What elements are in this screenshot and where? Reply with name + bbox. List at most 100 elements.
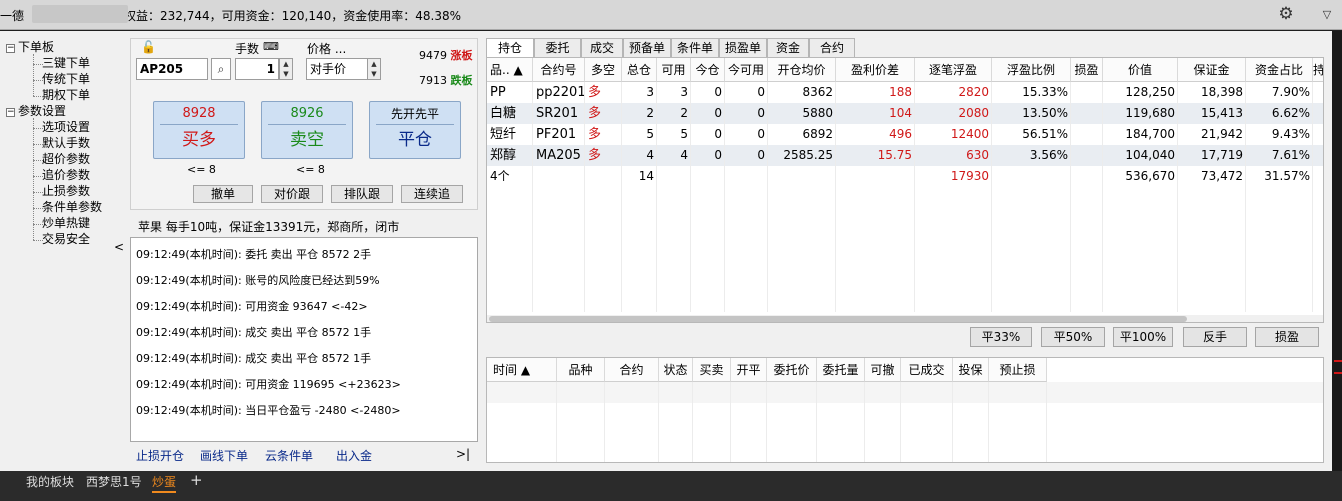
sell-short-button[interactable]: 8926 卖空 [261,101,353,159]
tab-item[interactable]: 成交 [581,38,623,57]
tree-item-label: 超价参数 [42,152,91,166]
table-cell: 多 [588,85,602,100]
scrollbar-thumb[interactable] [489,316,1187,322]
stop-profit-button[interactable]: 损盈 [1255,327,1319,347]
column-header[interactable]: 合约 [605,358,659,382]
right-strip [1332,31,1342,471]
column-header[interactable]: 开仓均价 [768,58,836,82]
cancel-order-button[interactable]: 撤单 [193,185,253,203]
column-header[interactable]: 持 [1313,58,1323,82]
add-tab-button[interactable]: + [190,471,203,489]
collapse-left-icon[interactable]: < [114,240,124,254]
tab-item[interactable]: 合约 [809,38,855,57]
grid-line [532,82,533,312]
column-header[interactable]: 保证金 [1178,58,1246,82]
tab-item[interactable]: 资金 [767,38,809,57]
column-header[interactable]: 可撤 [865,358,901,382]
horizontal-scrollbar[interactable] [487,315,1323,322]
column-header[interactable]: 合约号 [533,58,585,82]
limit-down: 7913 跌板 [419,74,473,87]
column-header[interactable]: 品种 [557,358,605,382]
tab-ximengsi[interactable]: 西梦思1号 [86,473,142,490]
log-line: 09:12:49(本机时间): 成交 卖出 平仓 8572 1手 [136,326,372,339]
column-header[interactable]: 盈利价差 [836,58,915,82]
column-header[interactable]: 损盈 [1071,58,1103,82]
tree-item[interactable]: 炒单热键 [42,216,90,231]
tab-positions[interactable]: 持仓 [486,38,534,58]
column-header[interactable]: 委托量 [817,358,865,382]
column-header[interactable]: 多空 [585,58,622,82]
continuous-chase-button[interactable]: 连续追 [401,185,463,203]
tree-item[interactable]: − 下单板 [6,40,54,55]
table-cell: 184,700 [1125,127,1175,141]
contract-input[interactable]: AP205 [136,58,208,80]
follow-counter-button[interactable]: 对价跟 [261,185,323,203]
close-100-button[interactable]: 平100% [1113,327,1173,347]
tab-item[interactable]: 预备单 [623,38,671,57]
tree-collapse-icon[interactable]: − [6,44,15,53]
table-cell: 5880 [802,106,833,120]
tree-item-label: 条件单参数 [42,200,103,214]
tree-item[interactable]: 选项设置 [42,120,90,135]
tree-item[interactable]: 止损参数 [42,184,90,199]
column-header[interactable]: 预止损 [989,358,1047,382]
tree-item[interactable]: 追价参数 [42,168,90,183]
tab-my-board[interactable]: 我的板块 [26,473,74,490]
cloud-condition-link[interactable]: 云条件单 [265,447,313,464]
chevron-down-icon[interactable]: ▽ [1318,6,1336,24]
column-header[interactable]: 买卖 [693,358,731,382]
column-header[interactable]: 已成交 [901,358,953,382]
buy-long-button[interactable]: 8928 买多 [153,101,245,159]
tree-item[interactable]: 默认手数 [42,136,90,151]
column-header[interactable]: 今可用 [725,58,768,82]
column-header[interactable]: 可用 [657,58,691,82]
column-header[interactable]: 逐笔浮盈 [915,58,992,82]
lots-input[interactable]: 1 [235,58,279,80]
column-header[interactable]: 价值 [1103,58,1178,82]
follow-queue-button[interactable]: 排队跟 [331,185,393,203]
tree-item[interactable]: − 参数设置 [6,104,66,119]
tree-item[interactable]: 超价参数 [42,152,90,167]
close-50-button[interactable]: 平50% [1041,327,1105,347]
gear-icon[interactable]: ⚙ [1277,5,1295,23]
grid-line [690,82,691,312]
column-header[interactable]: 状态 [659,358,693,382]
lots-config-icon[interactable]: ⌨ [263,40,279,53]
lock-icon[interactable]: 🔓 [141,40,156,54]
lots-stepper[interactable]: ▲ ▼ [279,58,293,80]
column-header[interactable]: 浮盈比例 [992,58,1071,82]
tree-connector [33,144,43,145]
tab-item[interactable]: 条件单 [671,38,719,57]
table-cell: 3.56% [1029,148,1068,162]
deposit-withdraw-link[interactable]: 出入金 [336,447,372,464]
tree-item[interactable]: 传统下单 [42,72,90,87]
expand-right-icon[interactable]: >| [456,447,470,461]
column-header[interactable]: 委托价 [767,358,817,382]
column-header[interactable]: 资金占比 [1246,58,1313,82]
close-position-button[interactable]: 先开先平 平仓 [369,101,461,159]
grid-line [900,382,901,462]
tree-item[interactable]: 交易安全 [42,232,90,247]
tree-item[interactable]: 三键下单 [42,56,90,71]
column-header[interactable]: 开平 [731,358,767,382]
stop-loss-open-link[interactable]: 止损开仓 [136,447,184,464]
column-header[interactable]: 品.. ▲ [487,58,533,82]
tree-item[interactable]: 条件单参数 [42,200,102,215]
column-header[interactable]: 总仓 [622,58,657,82]
close-33-button[interactable]: 平33% [970,327,1032,347]
column-header[interactable]: 投保 [953,358,989,382]
tab-item[interactable]: 委托 [534,38,581,57]
column-header[interactable]: 时间 ▲ [487,358,557,382]
tree-item[interactable]: 期权下单 [42,88,90,103]
price-type-select[interactable]: 对手价 [306,58,368,80]
log-line: 09:12:49(本机时间): 账号的风险度已经达到59% [136,274,380,287]
table-cell: 3 [646,85,654,99]
tab-scalping[interactable]: 炒蛋 [152,473,177,493]
tree-collapse-icon[interactable]: − [6,108,15,117]
reverse-button[interactable]: 反手 [1183,327,1247,347]
column-header[interactable]: 今仓 [691,58,725,82]
line-order-link[interactable]: 画线下单 [200,447,248,464]
search-icon[interactable]: ⌕ [211,58,231,80]
price-stepper[interactable]: ▲ ▼ [367,58,381,80]
tab-item[interactable]: 损盈单 [719,38,767,57]
